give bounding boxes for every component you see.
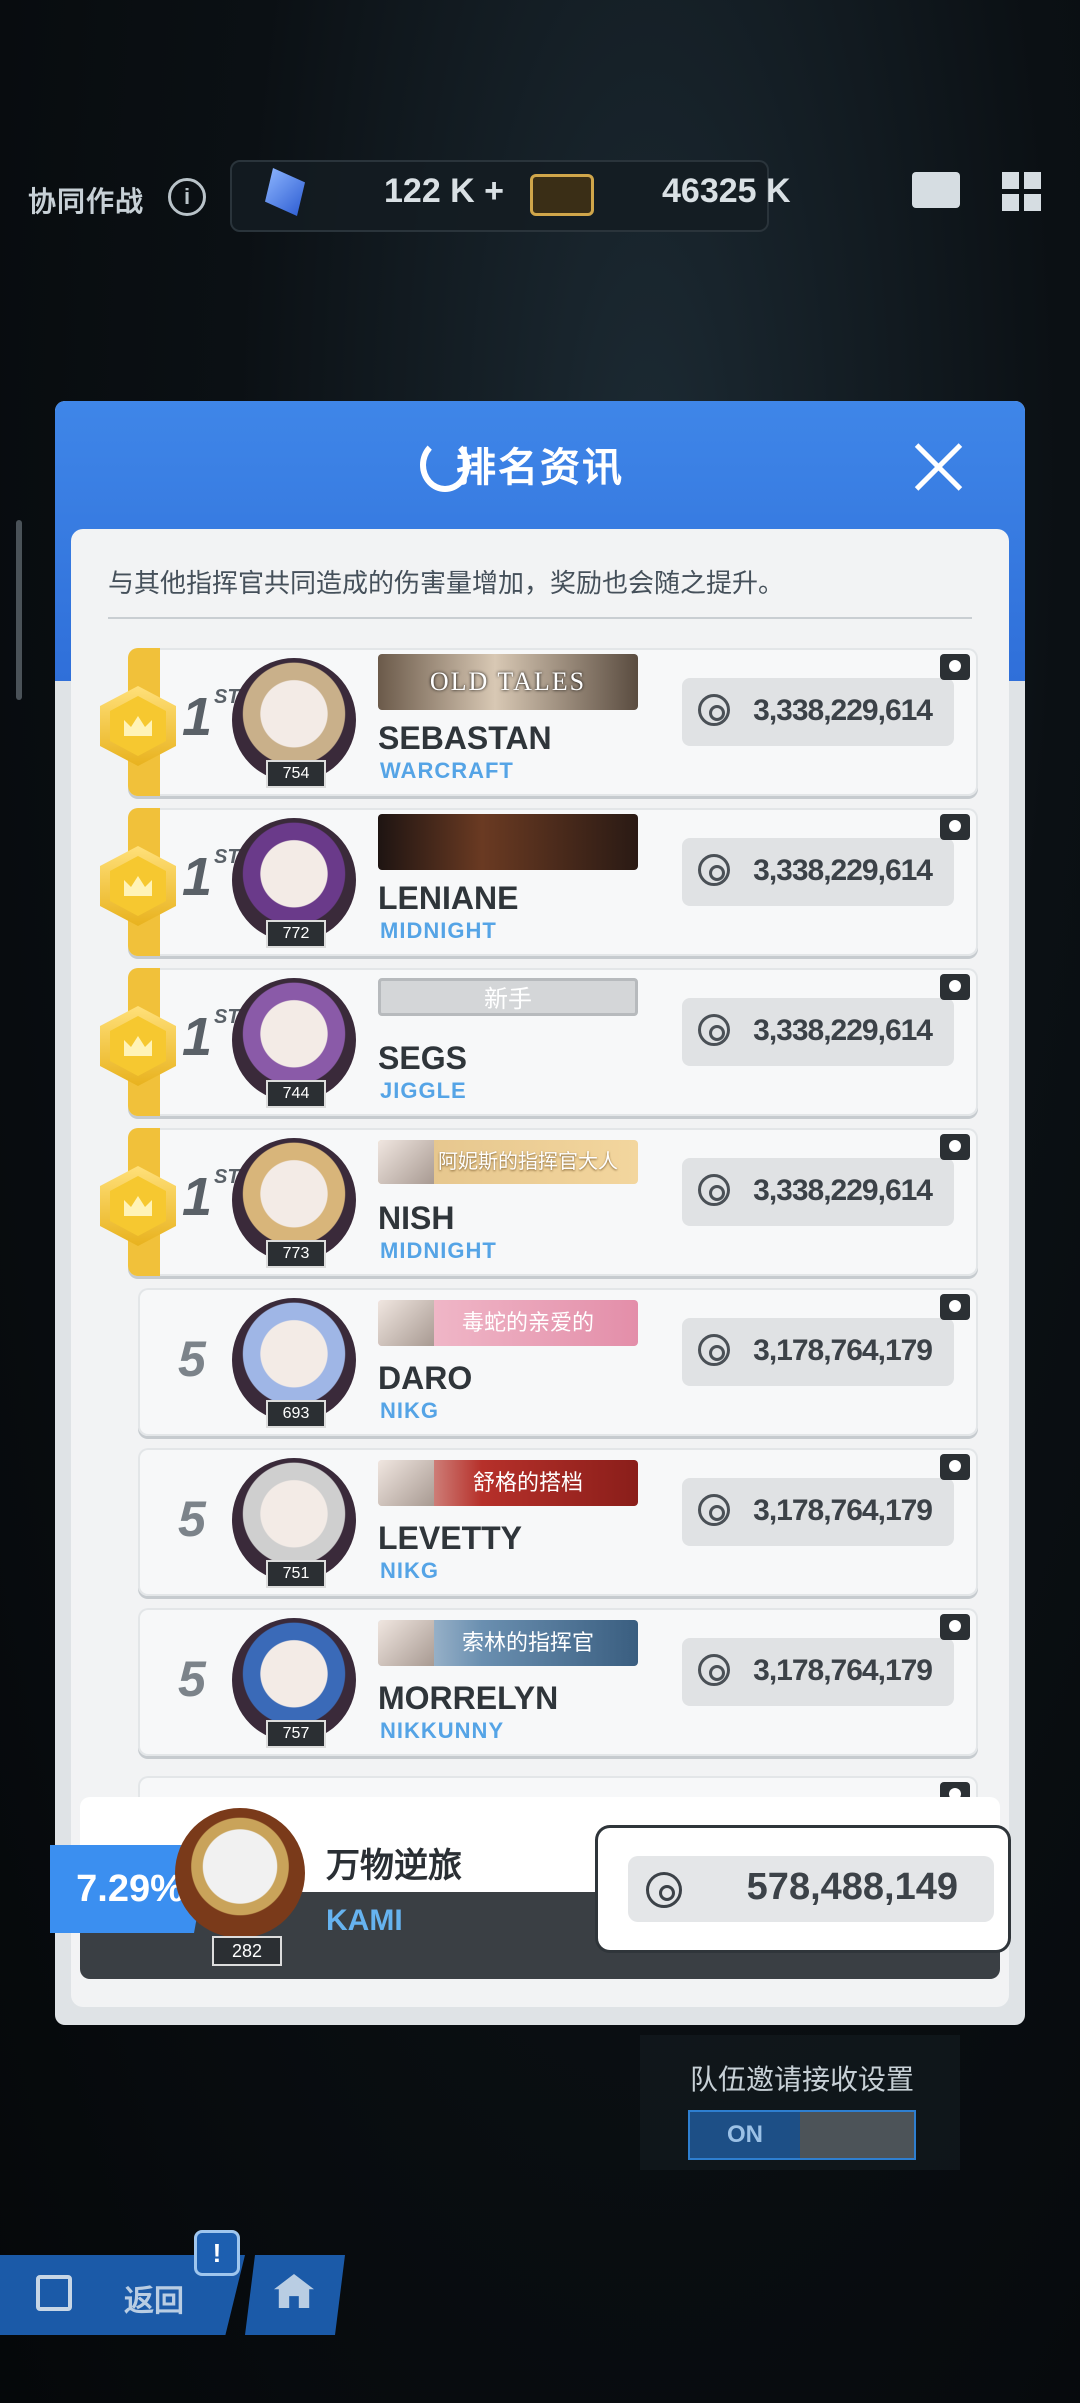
banner-portrait: [378, 1460, 434, 1506]
ranking-row[interactable]: 5 757 索林的指挥官 MORRELYN NIKKUNNY 3,178,764,179: [138, 1608, 978, 1756]
score-box: 3,338,229,614: [682, 678, 954, 746]
player-guild: NIKKUNNY: [380, 1718, 505, 1743]
score-box: 3,338,229,614: [682, 838, 954, 906]
mail-icon[interactable]: [912, 172, 960, 208]
divider: [108, 617, 972, 619]
player-level: 693: [266, 1400, 326, 1428]
my-name: 万物逆旅: [326, 1847, 462, 1885]
banner-text: 索林的指挥官: [461, 1630, 594, 1655]
player-title-banner: 毒蛇的亲爱的: [378, 1300, 638, 1346]
ranking-row[interactable]: 1 ST 754 OLD TALES SEBASTAN WARCRAFT 3,338,229…: [100, 648, 978, 796]
close-icon[interactable]: [912, 440, 966, 494]
message-icon[interactable]: [940, 654, 970, 680]
banner-text: 舒格的搭档: [472, 1470, 583, 1495]
player-title-banner: 舒格的搭档: [378, 1460, 638, 1506]
invite-toggle-on[interactable]: ON: [690, 2112, 800, 2158]
player-score: 3,338,229,614: [753, 1174, 933, 1207]
banner-text: 阿妮斯的指挥官大人: [438, 1151, 618, 1173]
player-name: DARO: [378, 1360, 473, 1396]
panel-description: 与其他指挥官共同造成的伤害量增加，奖励也会随之提升。: [108, 568, 785, 598]
target-icon: [698, 1174, 730, 1206]
player-score: 3,338,229,614: [753, 694, 933, 727]
score-box: 3,178,764,179: [682, 1318, 954, 1386]
target-icon: [698, 1334, 730, 1366]
player-name: NISH: [378, 1200, 455, 1236]
info-icon[interactable]: i: [168, 178, 206, 216]
rank-number: 5: [178, 1651, 206, 1707]
ranking-row[interactable]: 1 ST 772 LENIANE MIDNIGHT 3,338,229,614: [100, 808, 978, 956]
message-icon[interactable]: [940, 1134, 970, 1160]
player-guild: NIKG: [380, 1398, 439, 1423]
ranking-row[interactable]: 5 693 毒蛇的亲爱的 DARO NIKG 3,178,764,179: [138, 1288, 978, 1436]
message-icon[interactable]: [940, 1454, 970, 1480]
player-level: 751: [266, 1560, 326, 1588]
target-icon: [698, 854, 730, 886]
left-scroll-indicator: [16, 520, 22, 700]
alert-badge: !: [194, 2230, 240, 2276]
player-name: LENIANE: [378, 880, 519, 916]
exit-icon: [36, 2275, 72, 2311]
rank-number: 5: [178, 1331, 206, 1387]
player-title-banner: [378, 814, 638, 870]
message-icon[interactable]: [940, 974, 970, 1000]
player-score: 3,338,229,614: [753, 854, 933, 887]
score-box: 3,338,229,614: [682, 998, 954, 1066]
player-guild: MIDNIGHT: [380, 1238, 497, 1263]
player-name: SEBASTAN: [378, 720, 552, 756]
resource-gem-value: 122 K +: [384, 172, 505, 210]
ranking-row[interactable]: 1 ST 773 阿妮斯的指挥官大人 NISH MIDNIGHT 3,338,229,614: [100, 1128, 978, 1276]
player-title-banner: 阿妮斯的指挥官大人: [378, 1140, 638, 1184]
message-icon[interactable]: [940, 814, 970, 840]
my-guild: KAMI: [326, 1904, 403, 1937]
target-icon: [698, 1014, 730, 1046]
player-guild: MIDNIGHT: [380, 918, 497, 943]
player-score: 3,178,764,179: [753, 1654, 933, 1687]
player-level: 773: [266, 1240, 326, 1268]
player-title-banner: OLD TALES: [378, 654, 638, 710]
back-label: 返回: [124, 2285, 184, 2318]
rank-number: 1 ST: [182, 1006, 240, 1067]
score-box: 3,178,764,179: [682, 1638, 954, 1706]
player-name: LEVETTY: [378, 1520, 523, 1556]
mode-title: 协同作战: [28, 186, 145, 217]
player-level: 744: [266, 1080, 326, 1108]
ranking-row[interactable]: 1 ST 744 新手 SEGS JIGGLE 3,338,229,614: [100, 968, 978, 1116]
target-icon: [698, 694, 730, 726]
my-score: 578,488,149: [746, 1866, 958, 1908]
my-level: 282: [212, 1936, 282, 1966]
resource-currency-value: 46325 K: [662, 172, 791, 210]
player-score: 3,178,764,179: [753, 1494, 933, 1527]
target-icon: [698, 1494, 730, 1526]
score-box: 3,338,229,614: [682, 1158, 954, 1226]
banner-text: OLD TALES: [429, 667, 587, 696]
player-guild: JIGGLE: [380, 1078, 467, 1103]
player-name: SEGS: [378, 1040, 467, 1076]
player-level: 772: [266, 920, 326, 948]
rank-number: 5: [178, 1491, 206, 1547]
rank-number: 1 ST: [182, 846, 240, 907]
player-title-banner: 新手: [378, 978, 638, 1016]
banner-text: 毒蛇的亲爱的: [461, 1310, 594, 1335]
rank-number: 1 ST: [182, 686, 240, 747]
player-score: 3,178,764,179: [753, 1334, 933, 1367]
player-level: 757: [266, 1720, 326, 1748]
menu-grid-icon[interactable]: [1002, 172, 1042, 212]
player-guild: WARCRAFT: [380, 758, 514, 783]
invite-settings-label: 队伍邀请接收设置: [690, 2064, 915, 2095]
player-level: 754: [266, 760, 326, 788]
target-icon: [698, 1654, 730, 1686]
rank-number: 1 ST: [182, 1166, 240, 1227]
player-score: 3,338,229,614: [753, 1014, 933, 1047]
player-title-banner: 索林的指挥官: [378, 1620, 638, 1666]
target-icon: [646, 1872, 682, 1908]
player-guild: NIKG: [380, 1558, 439, 1583]
currency-icon: [530, 174, 594, 216]
message-icon[interactable]: [940, 1294, 970, 1320]
my-avatar: [175, 1808, 305, 1938]
banner-text: 新手: [484, 986, 532, 1013]
message-icon[interactable]: [940, 1614, 970, 1640]
player-name: MORRELYN: [378, 1680, 559, 1716]
ranking-row[interactable]: 5 751 舒格的搭档 LEVETTY NIKG 3,178,764,179: [138, 1448, 978, 1596]
score-box: 3,178,764,179: [682, 1478, 954, 1546]
